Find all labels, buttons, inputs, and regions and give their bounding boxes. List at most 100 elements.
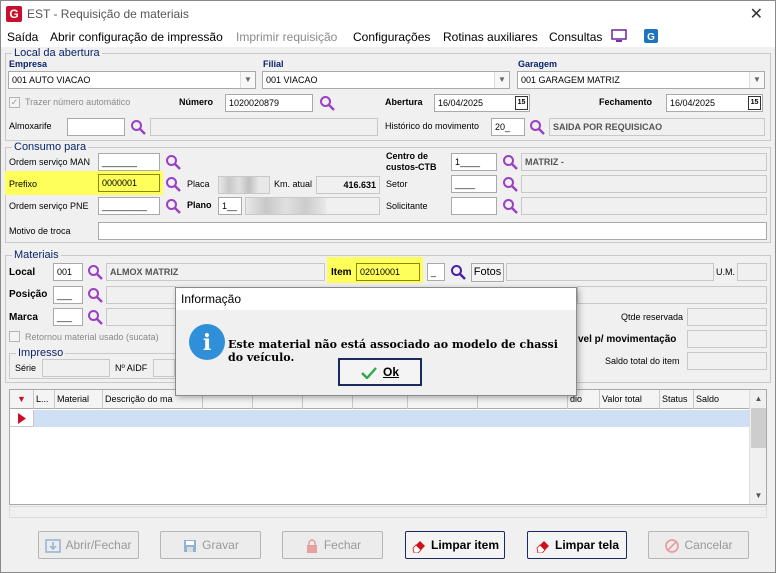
col-header[interactable]: Material [55,390,103,409]
limpar-tela-button[interactable]: Limpar tela [527,531,627,559]
eraser-icon [412,540,425,553]
row-pointer-icon [18,413,26,424]
col-header[interactable]: L... [34,390,55,409]
motivo-troca-field[interactable] [98,222,767,240]
qtde-reservada-field [687,308,767,326]
cancel-icon [665,538,680,553]
grid-horizontal-scrollbar[interactable] [9,506,767,518]
search-icon[interactable] [450,264,466,280]
col-header[interactable]: Status [660,390,694,409]
marca-field[interactable]: ___ [53,308,83,326]
plano-field[interactable]: 1__ [218,197,242,215]
search-icon[interactable] [87,287,103,303]
search-icon[interactable] [502,154,518,170]
fechamento-label: Fechamento [599,97,653,107]
search-icon[interactable] [130,119,146,135]
placa-label: Placa [187,179,210,189]
almoxarife-field[interactable] [67,118,125,136]
search-icon[interactable] [87,264,103,280]
local-label: Local [9,267,36,278]
ordem-pne-field[interactable]: _________ [98,197,160,215]
local-abertura-title: Local da abertura [12,47,102,59]
search-icon[interactable] [165,154,181,170]
garagem-value: 001 GARAGEM MATRIZ [521,75,620,85]
col-header[interactable]: Valor total [600,390,660,409]
calendar-icon[interactable]: 15 [515,96,528,110]
scroll-down-icon[interactable]: ▼ [751,488,766,503]
historico-code-field[interactable]: 20_ [491,118,525,136]
table-row[interactable] [10,410,750,427]
search-icon[interactable] [529,119,545,135]
save-icon [184,539,197,552]
ok-label: Ok [382,365,399,379]
empresa-value: 001 AUTO VIACAO [12,75,91,85]
chevron-down-icon[interactable]: ▼ [494,72,509,88]
empresa-select[interactable]: 001 AUTO VIACAO ▼ [8,71,256,89]
ok-button[interactable]: Ok [338,358,422,386]
info-glyph: i [203,330,211,356]
materials-grid[interactable]: ▼ L... Material Descrição do ma dio Valo… [9,389,767,505]
local-desc-field: ALMOX MATRIZ [106,263,325,281]
ordem-man-field[interactable]: _______ [98,153,160,171]
fechamento-date-field[interactable]: 16/04/2025 15 [666,94,763,112]
calendar-icon[interactable]: 15 [748,96,761,110]
disponivel-movimentacao-label: vel p/ movimentação [578,334,677,345]
saldo-total-label: Saldo total do item [605,356,680,366]
abertura-date-field[interactable]: 16/04/2025 15 [434,94,530,112]
search-icon[interactable] [165,176,181,192]
centro-label-1: Centro de [386,151,429,161]
monitor-icon[interactable] [611,29,627,43]
garagem-select[interactable]: 001 GARAGEM MATRIZ ▼ [517,71,765,89]
col-header[interactable]: Saldo [694,390,750,409]
solicitante-field[interactable] [451,197,497,215]
search-icon[interactable] [502,176,518,192]
filial-select[interactable]: 001 VIACAO ▼ [262,71,510,89]
scroll-up-icon[interactable]: ▲ [751,391,766,406]
consumo-title: Consumo para [12,141,89,153]
scroll-thumb[interactable] [751,408,766,448]
search-icon[interactable] [319,95,335,111]
search-icon[interactable] [502,198,518,214]
prefixo-field[interactable]: 0000001 [98,174,160,192]
aidf-field [153,359,175,377]
sort-down-icon[interactable]: ▼ [10,390,34,409]
centro-desc-field: MATRIZ - [521,153,767,171]
menu-configuracoes[interactable]: Configurações [353,30,430,44]
historico-label: Histórico do movimento [385,121,480,131]
grid-vertical-scrollbar[interactable]: ▲ ▼ [749,390,766,504]
plano-label: Plano [187,200,212,210]
serie-label: Série [15,363,37,373]
chevron-down-icon[interactable]: ▼ [749,72,764,88]
posicao-field[interactable]: ___ [53,286,83,304]
prefixo-label: Prefixo [9,179,38,189]
garagem-label: Garagem [518,59,558,69]
item-field[interactable]: 02010001 [356,263,420,281]
item-extra-field[interactable]: _ [427,263,445,281]
svg-text:G: G [647,32,655,43]
menu-rotinas-auxiliares[interactable]: Rotinas auxiliares [443,30,538,44]
trazer-numero-checkbox: ✓ [9,97,20,108]
title-bar: G EST - Requisição de materiais ✕ [1,1,775,27]
search-icon[interactable] [165,198,181,214]
search-icon[interactable] [87,309,103,325]
local-field[interactable]: 001 [53,263,83,281]
limpar-item-button[interactable]: Limpar item [405,531,505,559]
menu-abrir-configuracao[interactable]: Abrir configuração de impressão [50,30,223,44]
abertura-label: Abertura [385,97,423,107]
fechar-button: Fechar [282,531,383,559]
retornou-sucata-checkbox [9,331,20,342]
marca-label: Marca [9,312,38,323]
app-g-icon[interactable]: G [643,29,659,43]
close-window-button[interactable]: ✕ [750,4,763,24]
numero-field[interactable]: 1020020879 [225,94,313,112]
fotos-button[interactable]: Fotos [471,263,504,282]
item-label: Item [331,267,352,278]
menu-consultas[interactable]: Consultas [549,30,602,44]
menu-saida[interactable]: Saída [7,30,38,44]
placa-field [218,176,270,194]
centro-custos-field[interactable]: 1____ [451,153,497,171]
setor-field[interactable]: ____ [451,175,497,193]
posicao-desc-field [106,286,176,304]
menu-bar: Saída Abrir configuração de impressão Im… [1,27,775,47]
chevron-down-icon[interactable]: ▼ [240,72,255,88]
